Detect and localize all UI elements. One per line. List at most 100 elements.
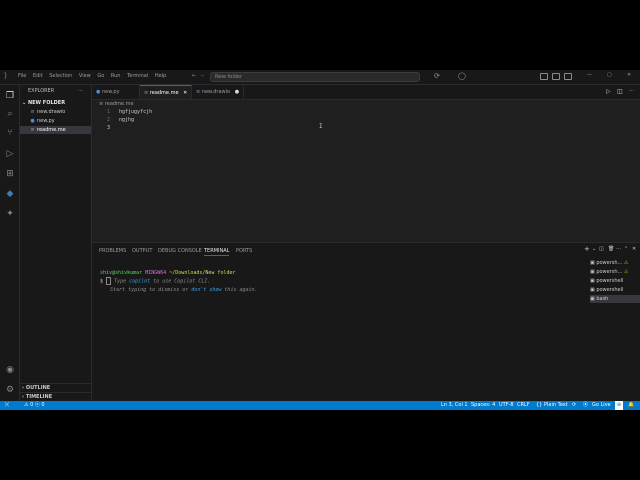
toggle-secondary-sidebar-icon[interactable] <box>564 73 572 80</box>
line-number: 3 <box>106 125 110 131</box>
notifications-icon[interactable]: 🔔 <box>628 401 634 410</box>
chevron-down-icon[interactable]: ⌄ <box>592 246 596 252</box>
line-ending[interactable]: CRLF <box>517 401 530 410</box>
command-center[interactable]: New folder <box>210 72 420 82</box>
terminal-prompt-symbol: $ <box>100 278 104 285</box>
terminal-icon: ▣ <box>590 269 595 275</box>
breadcrumb: ≡ readme.me <box>99 101 134 107</box>
encoding[interactable]: UTF-8 <box>499 401 514 410</box>
command-center-label: New folder <box>215 74 243 80</box>
terminal-list-item[interactable]: ▣ powersh... ⚠ <box>590 268 640 276</box>
title-bar: ⟩ File Edit Selection View Go Run Termin… <box>0 70 640 85</box>
more-actions-icon[interactable]: … <box>78 87 83 93</box>
toggle-sidebar-icon[interactable] <box>540 73 548 80</box>
copilot-badge-icon[interactable]: ⊕ <box>615 401 623 410</box>
terminal-name: powershell <box>596 278 624 284</box>
source-control-icon[interactable]: ⑂ <box>5 128 15 138</box>
remote-icon[interactable]: ⟩⟨ <box>5 401 9 410</box>
maximize-icon[interactable]: ▢ <box>607 72 612 78</box>
file-item-selected[interactable]: ≡ readme.me <box>20 126 91 134</box>
tab-new-py[interactable]: ● new.py <box>92 85 140 99</box>
chevron-right-icon: › <box>22 385 25 391</box>
copilot-icon[interactable]: ⟳ <box>434 72 440 80</box>
warning-icon: ⚠ <box>623 260 629 266</box>
terminal-list-item[interactable]: ▣ powershell <box>590 277 640 285</box>
close-panel-icon[interactable]: ✕ <box>632 246 636 252</box>
close-icon[interactable]: ✕ <box>627 72 631 78</box>
code-line[interactable]: ngjhg <box>119 117 134 123</box>
search-icon[interactable]: ⌕ <box>5 109 15 119</box>
copilot-status-icon[interactable]: ⟳ <box>572 401 576 410</box>
outline-section[interactable]: › OUTLINE <box>20 383 91 392</box>
cursor-position[interactable]: Ln 3, Col 1 <box>441 401 468 410</box>
chevron-right-icon: › <box>22 394 25 400</box>
vscode-window: ⟩ File Edit Selection View Go Run Termin… <box>0 70 640 410</box>
tab-new-drawio[interactable]: ≡ new.drawio ● <box>192 85 244 99</box>
terminal-cursor <box>106 277 112 285</box>
file-item[interactable]: ● new.py <box>20 117 91 125</box>
indentation[interactable]: Spaces: 4 <box>471 401 495 410</box>
menu-run[interactable]: Run <box>111 73 121 79</box>
braces-icon[interactable]: {} <box>536 401 542 410</box>
tab-label: readme.me <box>149 90 179 96</box>
text-file-icon: ≡ <box>99 101 104 107</box>
menu-terminal[interactable]: Terminal <box>127 73 148 79</box>
menu-selection[interactable]: Selection <box>49 73 72 79</box>
nav-forward-icon[interactable]: → <box>200 73 204 79</box>
problems-status[interactable]: ⚠ 0 ⓧ 0 <box>24 401 45 410</box>
editor-area[interactable]: ≡ readme.me 1 hgfjugyfcjh 2 ngjhg 3 I <box>92 100 640 240</box>
go-live-button[interactable]: Go Live <box>592 401 611 410</box>
language-mode[interactable]: Plain Text <box>544 401 568 410</box>
run-debug-icon[interactable]: ▷ <box>5 149 15 159</box>
split-editor-icon[interactable]: ◫ <box>617 88 623 95</box>
account-icon[interactable]: ◯ <box>458 72 466 80</box>
manage-gear-icon[interactable]: ⚙ <box>5 385 15 395</box>
folder-header[interactable]: ⌄ NEW FOLDER <box>20 99 91 107</box>
file-label: new.drawio <box>37 109 66 115</box>
terminal-output[interactable]: shiv@shivkumar MINGW64 ~/Downloads/New f… <box>100 269 258 294</box>
menu-edit[interactable]: Edit <box>33 73 43 79</box>
terminal-list-item[interactable]: ▣ powershell <box>590 286 640 294</box>
new-terminal-icon[interactable]: + <box>584 245 590 253</box>
terminal-name: powersh... <box>596 269 623 275</box>
terminal-hint-text: this again. <box>224 286 258 293</box>
terminal-name: powershell <box>596 287 624 293</box>
tab-problems[interactable]: PROBLEMS <box>99 247 126 255</box>
extensions-icon[interactable]: ⊞ <box>5 169 15 179</box>
tab-debug-console[interactable]: DEBUG CONSOLE <box>158 247 202 255</box>
panel-more-icon[interactable]: … <box>616 245 621 251</box>
code-line[interactable]: hgfjugyfcjh <box>119 109 152 115</box>
editor-more-icon[interactable]: … <box>629 87 634 93</box>
vscode-logo-icon: ⟩ <box>4 71 8 80</box>
python-icon[interactable]: ◆ <box>5 189 15 199</box>
file-item[interactable]: ≡ new.drawio <box>20 108 91 116</box>
accounts-icon[interactable]: ◉ <box>5 365 15 375</box>
menu-file[interactable]: File <box>18 73 26 79</box>
tab-ports[interactable]: PORTS <box>236 247 252 255</box>
kill-terminal-icon[interactable]: 🗑 <box>608 246 614 252</box>
menu-help[interactable]: Help <box>155 73 166 79</box>
terminal-list-item-active[interactable]: ▣ bash <box>590 295 640 303</box>
maximize-panel-icon[interactable]: ⌃ <box>624 246 628 252</box>
copilot-chat-icon[interactable]: ✦ <box>5 209 15 219</box>
copilot-link[interactable]: copilot <box>129 279 150 285</box>
toggle-panel-icon[interactable] <box>552 73 560 80</box>
tab-readme[interactable]: ≡ readme.me ✕ <box>140 85 192 99</box>
timeline-section[interactable]: › TIMELINE <box>20 392 91 401</box>
dont-show-link[interactable]: don't show <box>191 287 221 293</box>
outline-label: OUTLINE <box>25 385 51 391</box>
unsaved-dot-icon[interactable]: ● <box>235 89 239 95</box>
nav-back-icon[interactable]: ← <box>192 73 196 79</box>
tab-output[interactable]: OUTPUT <box>132 247 152 255</box>
tab-terminal[interactable]: TERMINAL <box>204 247 230 256</box>
tab-close-icon[interactable]: ✕ <box>183 90 187 96</box>
menu-view[interactable]: View <box>79 73 91 79</box>
minimize-icon[interactable]: — <box>587 72 592 78</box>
text-cursor-icon: I <box>319 123 323 130</box>
run-file-icon[interactable]: ▷ <box>606 88 611 95</box>
terminal-list-item[interactable]: ▣ powersh... ⚠ <box>590 259 640 267</box>
explorer-icon[interactable]: ❐ <box>5 91 15 101</box>
split-terminal-icon[interactable]: ◫ <box>599 246 604 252</box>
terminal-hint-text: Start typing to dismiss or <box>110 286 189 293</box>
menu-go[interactable]: Go <box>97 73 104 79</box>
